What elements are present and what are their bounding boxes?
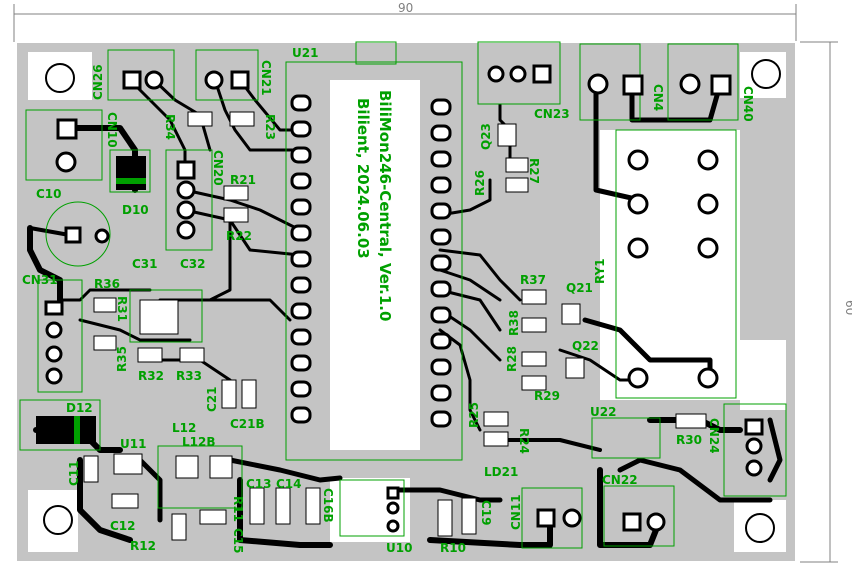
label-D12: D12 <box>66 401 93 415</box>
label-R36: R36 <box>94 277 120 291</box>
label-U21: U21 <box>292 46 318 60</box>
pcb-layout: 90 60 U21 CN26 CN21 CN10 R34 R23 CN20 R2… <box>13 1 852 563</box>
label-R27: R27 <box>527 158 541 184</box>
label-R30: R30 <box>676 433 702 447</box>
label-R38: R38 <box>507 310 521 336</box>
label-CN26: CN26 <box>91 64 105 100</box>
label-CN21: CN21 <box>259 60 273 96</box>
label-R23: R23 <box>263 114 277 140</box>
label-R33: R33 <box>176 369 202 383</box>
label-C15: C15 <box>231 528 245 554</box>
label-L12B: L12B <box>182 435 216 449</box>
label-Q23: Q23 <box>479 123 493 150</box>
label-C14: C14 <box>276 477 302 491</box>
label-R29: R29 <box>534 389 560 403</box>
label-L12: L12 <box>172 421 196 435</box>
board-author-date-text: Bilient, 2024.06.03 <box>354 98 372 259</box>
label-LD21: LD21 <box>484 465 518 479</box>
label-C12: C12 <box>110 519 136 533</box>
label-R25: R25 <box>467 402 481 428</box>
label-U10: U10 <box>386 541 412 555</box>
label-C32: C32 <box>180 257 206 271</box>
label-R37: R37 <box>520 273 546 287</box>
label-C21B: C21B <box>230 417 265 431</box>
label-R32: R32 <box>138 369 164 383</box>
label-CN10: CN10 <box>105 112 119 148</box>
label-R12: R12 <box>130 539 156 553</box>
label-Q21: Q21 <box>566 281 593 295</box>
label-CN31: CN31 <box>22 273 58 287</box>
label-R11: R11 <box>231 496 245 522</box>
label-U22: U22 <box>590 405 616 419</box>
label-R10: R10 <box>440 541 466 555</box>
label-CN23: CN23 <box>534 107 570 121</box>
label-CN24: CN24 <box>707 418 721 454</box>
label-Q22: Q22 <box>572 339 599 353</box>
u21-center-window <box>330 80 420 450</box>
label-D10: D10 <box>122 203 149 217</box>
label-C21: C21 <box>205 386 219 412</box>
label-R21: R21 <box>230 173 256 187</box>
label-R28: R28 <box>505 346 519 372</box>
label-C10: C10 <box>36 187 62 201</box>
label-R24: R24 <box>517 428 531 454</box>
label-RY1: RY1 <box>593 258 607 284</box>
width-dimension-label: 90 <box>398 1 413 15</box>
label-R35: R35 <box>115 346 129 372</box>
label-CN4: CN4 <box>651 84 665 111</box>
label-CN40: CN40 <box>741 86 755 122</box>
label-C31: C31 <box>132 257 158 271</box>
label-R31: R31 <box>115 296 129 322</box>
label-R34: R34 <box>163 114 177 140</box>
label-CN20: CN20 <box>211 150 225 186</box>
label-C19: C19 <box>479 500 493 526</box>
label-CN11: CN11 <box>509 494 523 530</box>
label-C16B: C16B <box>321 488 335 523</box>
height-dimension-label: 60 <box>843 300 852 315</box>
label-R26: R26 <box>473 170 487 196</box>
label-C13: C13 <box>246 477 272 491</box>
label-CN22: CN22 <box>602 473 638 487</box>
label-U11: U11 <box>120 437 146 451</box>
label-C11: C11 <box>67 460 81 486</box>
label-R22: R22 <box>226 229 252 243</box>
board-title-text: BiliMon246-Central, Ver.1.0 <box>376 90 394 321</box>
